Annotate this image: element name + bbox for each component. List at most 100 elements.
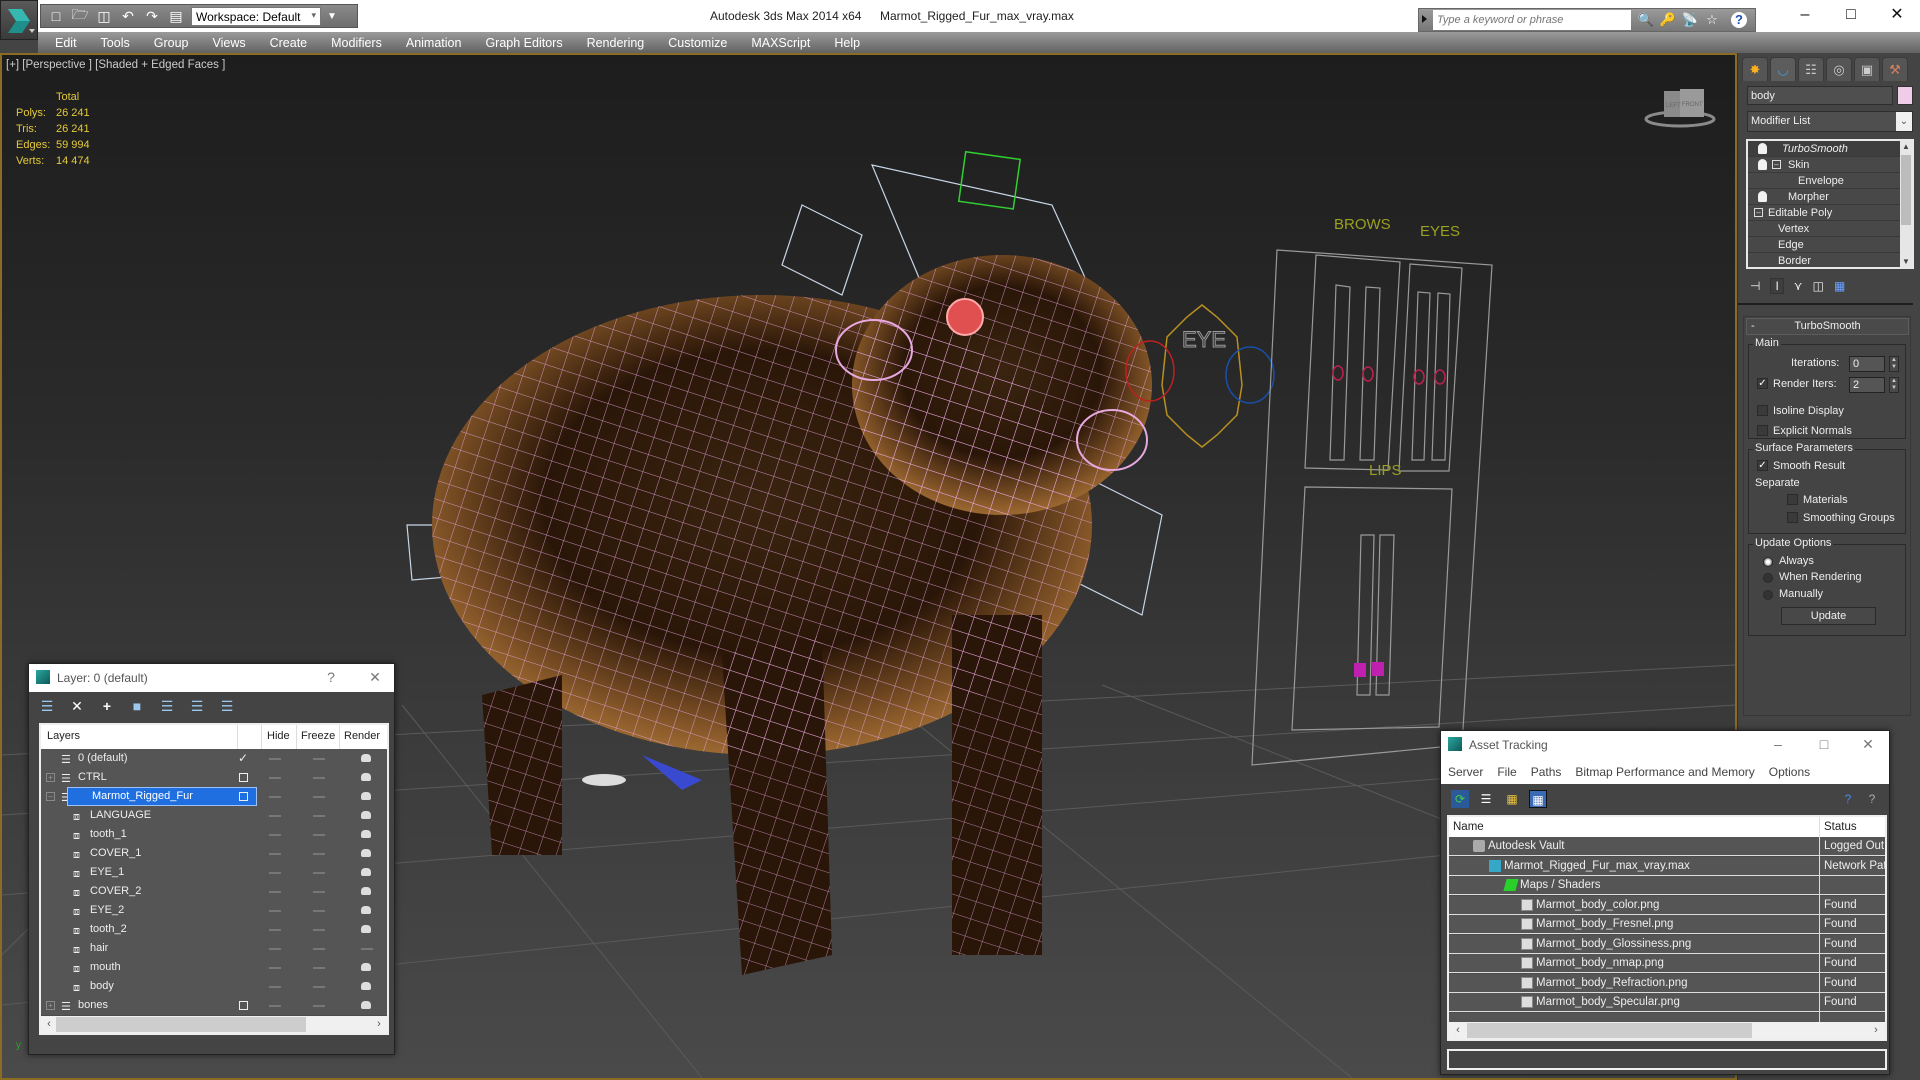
menu-tools[interactable]: Tools (101, 36, 130, 50)
render-teapot-icon[interactable] (361, 792, 371, 800)
layer-properties-icon[interactable]: ☰ (219, 698, 235, 714)
expand-toggle-icon[interactable]: + (46, 773, 55, 782)
set-active-checkbox[interactable] (239, 773, 248, 782)
freeze-toggle[interactable] (313, 834, 325, 836)
minimize-button[interactable]: – (1790, 3, 1820, 27)
select-objects-icon[interactable]: ■ (129, 698, 145, 714)
menu-server[interactable]: Server (1448, 765, 1483, 779)
scrollbar-thumb[interactable] (56, 1017, 306, 1032)
set-active-checkbox[interactable] (239, 792, 248, 801)
explicit-normals-checkbox[interactable] (1757, 425, 1768, 436)
layer-row[interactable]: ⧈ COVER_1 (41, 844, 387, 863)
stack-scrollbar[interactable]: ▲ ▼ (1900, 141, 1912, 267)
hide-toggle[interactable] (269, 815, 281, 817)
lightbulb-icon[interactable] (1758, 159, 1767, 170)
freeze-toggle[interactable] (313, 815, 325, 817)
scroll-left-icon[interactable]: ‹ (1452, 1022, 1464, 1039)
hide-toggle[interactable] (269, 853, 281, 855)
layer-row[interactable]: ⧈ COVER_2 (41, 882, 387, 901)
menu-file[interactable]: File (1497, 765, 1516, 779)
render-teapot-icon[interactable] (361, 754, 371, 762)
menu-graph-editors[interactable]: Graph Editors (485, 36, 562, 50)
create-layer-icon[interactable]: ☰ (39, 698, 55, 714)
col-status[interactable]: Status (1824, 821, 1857, 833)
help-icon[interactable]: ? (1731, 12, 1747, 28)
hide-toggle[interactable] (269, 1005, 281, 1007)
freeze-toggle[interactable] (313, 777, 325, 779)
menu-modifiers[interactable]: Modifiers (331, 36, 382, 50)
stack-item-turbosmooth[interactable]: TurboSmooth (1748, 141, 1912, 157)
menu-edit[interactable]: Edit (55, 36, 77, 50)
dialog-title-bar[interactable]: Layer: 0 (default) ? ✕ (29, 664, 394, 692)
collapse-icon[interactable]: – (1754, 208, 1763, 217)
col-render[interactable]: Render (344, 730, 380, 742)
hide-toggle[interactable] (269, 948, 281, 950)
asset-path-field[interactable] (1447, 1049, 1887, 1070)
modifier-list-dropdown[interactable]: Modifier List ⌄ (1747, 111, 1913, 132)
expand-toggle-icon[interactable]: – (46, 792, 55, 801)
stack-item-skin[interactable]: – Skin (1748, 157, 1912, 173)
app-menu-button[interactable] (0, 0, 38, 40)
freeze-toggle[interactable] (313, 891, 325, 893)
col-layers[interactable]: Layers (47, 730, 80, 742)
scroll-right-icon[interactable]: › (373, 1016, 385, 1033)
scroll-up-icon[interactable]: ▲ (1900, 142, 1912, 151)
layer-row[interactable]: ⧈ EYE_2 (41, 901, 387, 920)
hide-toggle[interactable] (269, 986, 281, 988)
smooth-result-checkbox[interactable]: ✓ (1757, 460, 1768, 471)
freeze-toggle[interactable] (313, 929, 325, 931)
stack-item-border[interactable]: Border (1748, 253, 1912, 267)
layer-row[interactable]: ⧈ tooth_1 (41, 825, 387, 844)
online-help-icon[interactable]: ? (1839, 790, 1857, 808)
active-layer-check-icon[interactable]: ✓ (238, 749, 248, 768)
collapse-icon[interactable]: – (1772, 160, 1781, 169)
render-toggle[interactable] (361, 948, 373, 950)
freeze-toggle[interactable] (313, 853, 325, 855)
expand-search-icon[interactable] (1422, 15, 1427, 23)
save-icon[interactable]: ◫ (95, 7, 113, 25)
smoothing-groups-checkbox[interactable] (1787, 512, 1798, 523)
rollout-header[interactable]: - TurboSmooth (1746, 318, 1909, 335)
stack-item-editable-poly[interactable]: – Editable Poly (1748, 205, 1912, 221)
maximize-button[interactable]: □ (1836, 3, 1866, 27)
set-current-layer-icon[interactable]: ☰ (189, 698, 205, 714)
freeze-toggle[interactable] (313, 986, 325, 988)
materials-checkbox[interactable] (1787, 494, 1798, 505)
hide-toggle[interactable] (269, 758, 281, 760)
list-view-icon[interactable]: ☰ (1477, 790, 1495, 808)
menu-paths[interactable]: Paths (1531, 765, 1562, 779)
search-input[interactable] (1433, 10, 1631, 30)
col-hide[interactable]: Hide (267, 730, 290, 742)
hide-toggle[interactable] (269, 872, 281, 874)
workspace-dropdown[interactable]: Workspace: Default ▾ (191, 6, 321, 26)
lightbulb-icon[interactable] (1758, 143, 1767, 154)
freeze-toggle[interactable] (313, 948, 325, 950)
spinner-arrows-icon[interactable]: ▲ ▼ (1889, 356, 1899, 372)
motion-tab-icon[interactable]: ◎ (1826, 57, 1852, 81)
stack-item-morpher[interactable]: Morpher (1748, 189, 1912, 205)
maximize-button[interactable]: □ (1815, 736, 1833, 752)
col-freeze[interactable]: Freeze (301, 730, 335, 742)
add-to-layer-icon[interactable]: + (99, 698, 115, 714)
render-iters-checkbox[interactable]: ✓ (1757, 378, 1768, 389)
delete-layer-icon[interactable]: ✕ (69, 698, 85, 714)
render-teapot-icon[interactable] (361, 868, 371, 876)
menu-rendering[interactable]: Rendering (587, 36, 645, 50)
close-button[interactable]: ✕ (366, 669, 384, 686)
open-file-icon[interactable]: 🗁 (71, 6, 89, 25)
create-tab-icon[interactable]: ✸ (1742, 57, 1768, 81)
hide-toggle[interactable] (269, 834, 281, 836)
layer-row[interactable]: ⧈ EYE_1 (41, 863, 387, 882)
render-iters-spinner[interactable]: 2 (1849, 377, 1885, 393)
menu-customize[interactable]: Customize (668, 36, 727, 50)
configure-modifier-sets-icon[interactable]: ▦ (1834, 279, 1845, 293)
hide-toggle[interactable] (269, 891, 281, 893)
layer-row[interactable]: ⧈ body (41, 977, 387, 996)
update-when-rendering-radio[interactable] (1763, 573, 1773, 583)
render-teapot-icon[interactable] (361, 887, 371, 895)
hierarchy-tab-icon[interactable]: ☷ (1798, 57, 1824, 81)
layer-row[interactable]: – ☰ Marmot_Rigged_Fur (41, 787, 387, 806)
thumbnail-view-icon[interactable]: ▦ (1503, 790, 1521, 808)
project-folder-icon[interactable]: ▤ (167, 7, 185, 25)
layer-row[interactable]: + ☰ bones (41, 996, 387, 1015)
